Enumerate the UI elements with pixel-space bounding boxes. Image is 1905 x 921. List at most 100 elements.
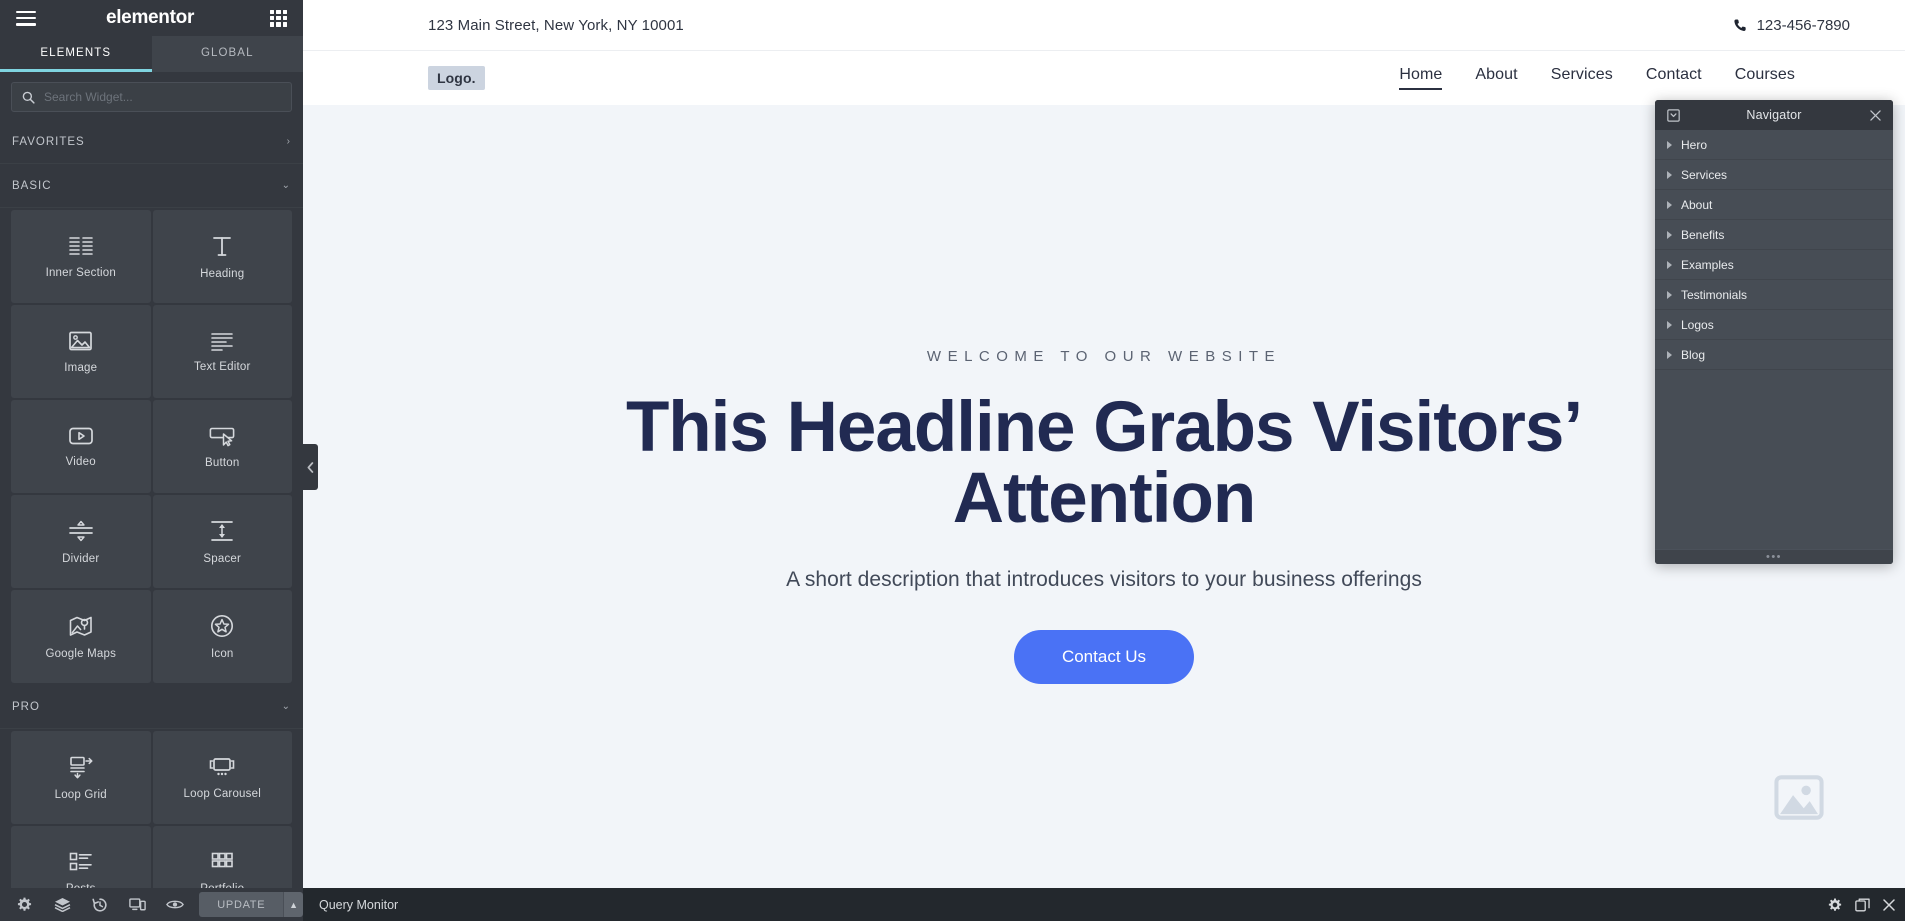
update-button[interactable]: UPDATE: [199, 892, 284, 917]
navigator-item-blog[interactable]: Blog: [1655, 340, 1893, 370]
panel-footer: UPDATE ▲: [0, 888, 303, 921]
nav-link-contact[interactable]: Contact: [1646, 66, 1702, 90]
triangle-right-icon[interactable]: [1667, 260, 1672, 269]
site-phone[interactable]: 123-456-7890: [1733, 17, 1850, 34]
tab-global[interactable]: GLOBAL: [151, 36, 303, 72]
widget-label: Google Maps: [45, 647, 117, 660]
close-icon[interactable]: [1883, 898, 1895, 911]
widget-button[interactable]: Button: [152, 400, 292, 493]
navigator-item-label: Benefits: [1681, 227, 1725, 242]
navigator-panel: Navigator Hero Services About Benefits E…: [1655, 100, 1893, 564]
nav-link-services[interactable]: Services: [1551, 66, 1613, 90]
nav-link-courses[interactable]: Courses: [1735, 66, 1795, 90]
category-basic[interactable]: BASIC ⌄: [0, 164, 303, 208]
nav-link-home[interactable]: Home: [1399, 66, 1443, 90]
editor-workspace: elementor ELEMENTS GLOBAL Search Widget.…: [0, 0, 1905, 888]
search-area: [0, 72, 303, 120]
search-box[interactable]: [11, 82, 292, 112]
navigator-item-logos[interactable]: Logos: [1655, 310, 1893, 340]
loop-grid-icon: [69, 756, 93, 778]
navigator-item-services[interactable]: Services: [1655, 160, 1893, 190]
triangle-right-icon[interactable]: [1667, 320, 1672, 329]
navigator-tree[interactable]: Hero Services About Benefits Examples Te…: [1655, 130, 1893, 549]
category-pro[interactable]: PRO ⌄: [0, 685, 303, 729]
panel-collapse-handle[interactable]: [303, 444, 318, 490]
navigator-title: Navigator: [1746, 108, 1802, 122]
grid-apps-icon[interactable]: [270, 9, 287, 27]
image-placeholder-icon: [1774, 775, 1824, 820]
widget-image[interactable]: Image: [11, 305, 151, 398]
triangle-right-icon[interactable]: [1667, 200, 1672, 209]
pro-widget-grid: Loop Grid Loop Carousel: [0, 729, 303, 888]
site-topbar: 123 Main Street, New York, NY 10001 123-…: [303, 0, 1905, 51]
navigator-item-examples[interactable]: Examples: [1655, 250, 1893, 280]
widget-posts[interactable]: Posts: [11, 826, 151, 888]
triangle-right-icon[interactable]: [1667, 170, 1672, 179]
chevron-right-icon: ›: [286, 135, 291, 147]
navigator-item-testimonials[interactable]: Testimonials: [1655, 280, 1893, 310]
widget-inner-section[interactable]: Inner Section: [11, 210, 151, 303]
hero-title: This Headline Grabs Visitors’ Attention: [625, 388, 1583, 538]
nav-link-about[interactable]: About: [1475, 66, 1517, 90]
widget-label: Loop Grid: [54, 788, 107, 801]
query-monitor-label[interactable]: Query Monitor: [319, 898, 398, 912]
widget-text-editor[interactable]: Text Editor: [152, 305, 292, 398]
google-maps-icon: [69, 616, 92, 636]
navigator-item-benefits[interactable]: Benefits: [1655, 220, 1893, 250]
widget-loop-grid[interactable]: Loop Grid: [11, 731, 151, 824]
tab-elements[interactable]: ELEMENTS: [0, 36, 152, 72]
widget-label: Loop Carousel: [183, 787, 261, 800]
navigator-item-hero[interactable]: Hero: [1655, 130, 1893, 160]
layers-icon[interactable]: [43, 888, 80, 921]
site-logo[interactable]: Logo.: [428, 66, 485, 90]
text-editor-icon: [211, 332, 234, 351]
panel-header: elementor: [0, 0, 303, 36]
navigator-item-label: Hero: [1681, 137, 1708, 152]
hero-eyebrow: WELCOME TO OUR WEBSITE: [926, 348, 1282, 365]
widget-loop-carousel[interactable]: Loop Carousel: [152, 731, 292, 824]
divider-icon: [68, 520, 93, 541]
chevron-down-icon: ⌄: [281, 179, 291, 191]
dock-window-icon[interactable]: [1855, 898, 1870, 912]
portfolio-icon: [211, 852, 234, 867]
widget-spacer[interactable]: Spacer: [152, 495, 292, 588]
phone-icon: [1733, 19, 1746, 31]
widget-list-scroll[interactable]: FAVORITES › BASIC ⌄ Inner Section Headin…: [0, 120, 303, 888]
update-options-caret[interactable]: ▲: [283, 892, 303, 917]
gear-icon[interactable]: [1828, 898, 1842, 912]
responsive-icon[interactable]: [118, 888, 155, 921]
widget-heading[interactable]: Heading: [152, 210, 292, 303]
posts-icon: [69, 852, 92, 870]
triangle-right-icon[interactable]: [1667, 350, 1672, 359]
navigator-item-label: Blog: [1681, 347, 1706, 362]
spacer-icon: [211, 520, 234, 541]
widget-portfolio[interactable]: Portfolio: [152, 826, 292, 888]
dock-icon[interactable]: [1665, 107, 1681, 123]
hero-cta-button[interactable]: Contact Us: [1013, 630, 1195, 684]
history-icon[interactable]: [81, 888, 118, 921]
basic-widget-grid: Inner Section Heading Image Text Editor …: [0, 208, 303, 685]
elementor-editor: elementor ELEMENTS GLOBAL Search Widget.…: [0, 0, 1905, 921]
category-favorites[interactable]: FAVORITES ›: [0, 120, 303, 164]
navigator-item-about[interactable]: About: [1655, 190, 1893, 220]
search-input[interactable]: [44, 90, 281, 104]
gear-icon[interactable]: [6, 888, 43, 921]
navigator-resize-handle[interactable]: •••: [1655, 549, 1893, 564]
navigator-header[interactable]: Navigator: [1655, 100, 1893, 130]
widget-google-maps[interactable]: Google Maps: [11, 590, 151, 683]
search-icon: [22, 91, 35, 104]
eye-icon[interactable]: [156, 888, 193, 921]
chevron-down-icon: ⌄: [281, 700, 291, 712]
image-icon: [69, 331, 93, 350]
widget-video[interactable]: Video: [11, 400, 151, 493]
widget-divider[interactable]: Divider: [11, 495, 151, 588]
widget-panel: elementor ELEMENTS GLOBAL Search Widget.…: [0, 0, 303, 888]
triangle-right-icon[interactable]: [1667, 140, 1672, 149]
close-icon[interactable]: [1867, 107, 1883, 123]
triangle-right-icon[interactable]: [1667, 230, 1672, 239]
category-favorites-label: FAVORITES: [12, 135, 85, 148]
widget-icon[interactable]: Icon: [152, 590, 292, 683]
navigator-item-label: Logos: [1681, 317, 1714, 332]
triangle-right-icon[interactable]: [1667, 290, 1672, 299]
category-basic-label: BASIC: [12, 179, 52, 192]
